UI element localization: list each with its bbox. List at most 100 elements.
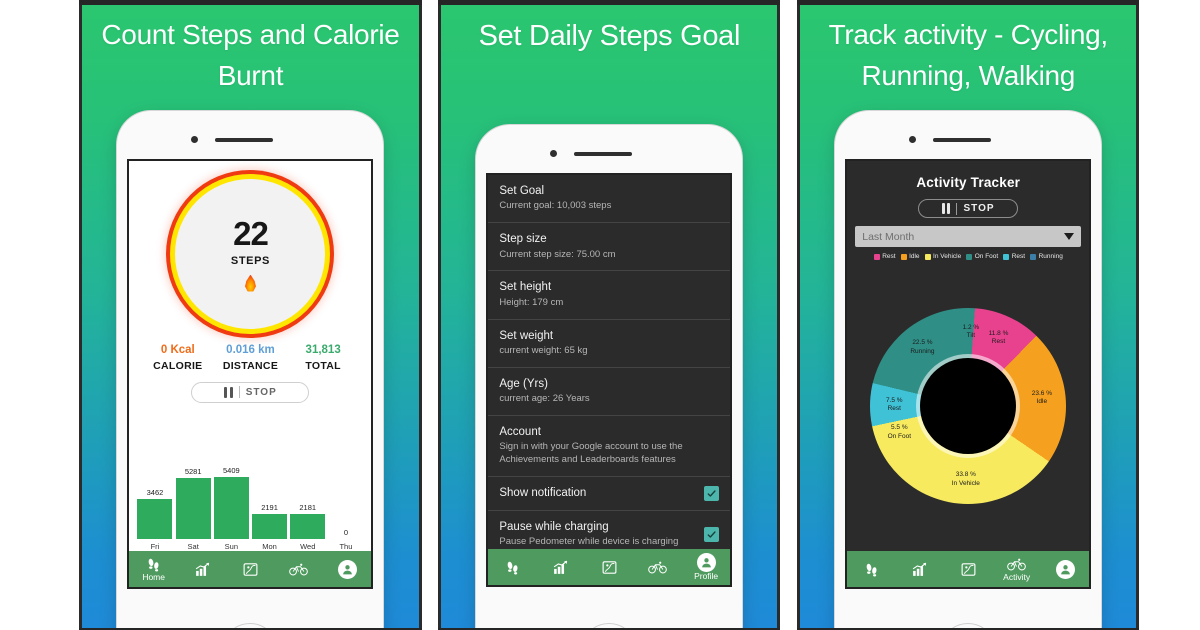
- legend-swatch: [924, 253, 931, 260]
- settings-row[interactable]: Pause while charging Pause Pedometer whil…: [488, 511, 730, 549]
- app-screen-settings: Set Goal Current goal: 10,003 steps Step s…: [486, 173, 733, 587]
- stat-total-label: TOTAL: [305, 359, 341, 372]
- nav-item-stats[interactable]: [537, 559, 585, 576]
- stat-total-value: 31,813: [305, 344, 341, 356]
- stop-button[interactable]: STOP: [191, 381, 310, 403]
- donut-hole: [920, 357, 1017, 454]
- home-button-2[interactable]: [581, 623, 638, 628]
- stat-distance-label: DISTANCE: [222, 359, 279, 372]
- bar-column: 2181 Wed: [290, 465, 326, 551]
- chart-legend: Rest Idle In Vehicle On Foot Rest Running: [847, 247, 1089, 260]
- settings-row[interactable]: Step size Current step size: 75.00 cm: [488, 223, 731, 272]
- nav-item-profile-label: Profile: [694, 571, 719, 582]
- settings-row-title: Account: [499, 425, 541, 438]
- settings-row-title: Set Goal: [499, 185, 545, 197]
- bottom-nav-2: Profile: [488, 549, 731, 585]
- stop-button[interactable]: STOP: [918, 199, 1019, 218]
- bar-chart-bars: 3462 Fri 5281 Sat 5409 Sun 2191 Mon 2181 Wed 0 Thu: [137, 465, 363, 551]
- period-select-value: Last Month: [862, 230, 915, 243]
- donut-slice-label: 7.5 % Rest: [885, 396, 903, 412]
- footsteps-icon: [148, 558, 159, 572]
- nav-item-activity[interactable]: [275, 561, 323, 578]
- bar-category-label: Thu: [339, 542, 353, 551]
- bottom-nav-3: Activity: [847, 551, 1090, 587]
- nav-item-stats[interactable]: [896, 561, 944, 578]
- camera-dot-icon: [909, 136, 917, 143]
- feature-panel-steps: Count Steps and Calorie Burnt 22 STEPS 0…: [79, 0, 422, 630]
- legend-label: Running: [1038, 253, 1063, 260]
- weekly-steps-bar-chart: 3462 Fri 5281 Sat 5409 Sun 2191 Mon 2181 Wed 0 Thu: [129, 403, 371, 551]
- panel-title-1: Count Steps and Calorie Burnt: [101, 19, 400, 91]
- settings-row-title: Step size: [499, 233, 547, 246]
- legend-swatch: [1003, 253, 1010, 260]
- phone-mockup-2: Set Goal Current goal: 10,003 steps Step s…: [476, 125, 743, 628]
- nav-item-profile[interactable]: [323, 559, 371, 579]
- settings-row-text: Step size Current step size: 75.00 cm: [499, 232, 719, 261]
- nav-item-home[interactable]: [847, 561, 895, 578]
- settings-row[interactable]: Show notification: [488, 477, 731, 511]
- checkbox-checked-icon[interactable]: [704, 527, 720, 543]
- profile-avatar-icon: [1055, 559, 1075, 579]
- nav-item-profile[interactable]: [1041, 559, 1089, 579]
- bar: [175, 478, 211, 539]
- settings-row[interactable]: Age (Yrs) current age: 26 Years: [488, 368, 731, 416]
- phone-top-bezel-3: [845, 121, 1091, 159]
- map-icon: [243, 562, 258, 576]
- bar-category-label: Mon: [262, 542, 277, 551]
- phone-mockup-3: Activity Tracker STOP Last Month Rest Idl…: [835, 111, 1102, 628]
- app-screen-activity: Activity Tracker STOP Last Month Rest Idl…: [845, 159, 1092, 589]
- settings-row-title: Age (Yrs): [499, 377, 548, 390]
- legend-label: Idle: [909, 253, 920, 260]
- bar: [290, 514, 326, 539]
- settings-row[interactable]: Set Goal Current goal: 10,003 steps: [488, 175, 731, 224]
- settings-row-subtitle: Current goal: 10,003 steps: [499, 200, 612, 212]
- step-ring-wrap: 22 STEPS: [129, 171, 371, 329]
- panel-gap-2: [780, 0, 798, 630]
- bar: [137, 499, 173, 539]
- divider: [956, 202, 958, 215]
- period-select[interactable]: Last Month: [855, 226, 1082, 247]
- settings-row[interactable]: Set height Height: 179 cm: [488, 271, 731, 320]
- donut-slice-label: 1.2 % Tilt: [962, 323, 980, 339]
- nav-item-activity[interactable]: Activity: [992, 556, 1040, 582]
- nav-item-map[interactable]: [226, 561, 274, 578]
- bar-column: 5409 Sun: [213, 465, 249, 551]
- activity-donut-chart: 1.2 % Tilt 11.8 % Rest 23.6 % Idle 33.8 % In Ve…: [847, 260, 1089, 551]
- bar-value-label: 2181: [299, 503, 317, 512]
- nav-item-stats[interactable]: [178, 561, 226, 578]
- bar-value-label: 5281: [184, 467, 202, 476]
- stat-total: 31,813 TOTAL: [287, 343, 360, 372]
- bicycle-icon: [289, 563, 309, 575]
- settings-row-text: Show notification: [499, 486, 586, 500]
- legend-item: Rest: [1003, 253, 1025, 260]
- donut-slice-label: 11.8 % Rest: [988, 329, 1009, 345]
- nav-item-home[interactable]: Home: [129, 556, 177, 582]
- nav-item-home[interactable]: [488, 559, 536, 576]
- settings-row-text: Set height Height: 179 cm: [499, 280, 719, 309]
- home-button-3[interactable]: [940, 623, 997, 628]
- nav-item-map[interactable]: [585, 559, 633, 576]
- settings-container: Set Goal Current goal: 10,003 steps Step s…: [488, 175, 731, 585]
- donut-slice-label: 5.5 % On Foot: [887, 424, 912, 440]
- settings-list: Set Goal Current goal: 10,003 steps Step s…: [488, 175, 731, 549]
- legend-swatch: [1030, 253, 1037, 260]
- bar-value-label: 0: [343, 528, 348, 537]
- bar-chart-icon: [195, 562, 209, 576]
- stat-calorie-label: CALORIE: [153, 359, 203, 372]
- nav-item-map[interactable]: [944, 561, 992, 578]
- settings-row[interactable]: Set weight current weight: 65 kg: [488, 320, 731, 368]
- legend-label: On Foot: [974, 253, 999, 260]
- settings-row[interactable]: Account Sign in with your Google account …: [488, 416, 731, 477]
- nav-item-activity[interactable]: [634, 559, 682, 576]
- speaker-grille-icon: [215, 138, 274, 142]
- bar-column: 3462 Fri: [137, 465, 173, 551]
- map-icon: [961, 562, 976, 576]
- nav-item-profile[interactable]: Profile: [682, 553, 730, 581]
- donut-slice-label: 22.5 % Running: [910, 339, 935, 355]
- home-button-1[interactable]: [222, 623, 279, 628]
- bar-column: 0 Thu: [328, 465, 363, 551]
- checkbox-checked-icon[interactable]: [704, 485, 720, 501]
- donut-slice-label: 33.8 % In Vehicle: [951, 471, 980, 487]
- feature-panel-goal: Set Daily Steps Goal Set Goal Current goa…: [438, 0, 781, 630]
- bar-category-label: Sat: [187, 542, 199, 551]
